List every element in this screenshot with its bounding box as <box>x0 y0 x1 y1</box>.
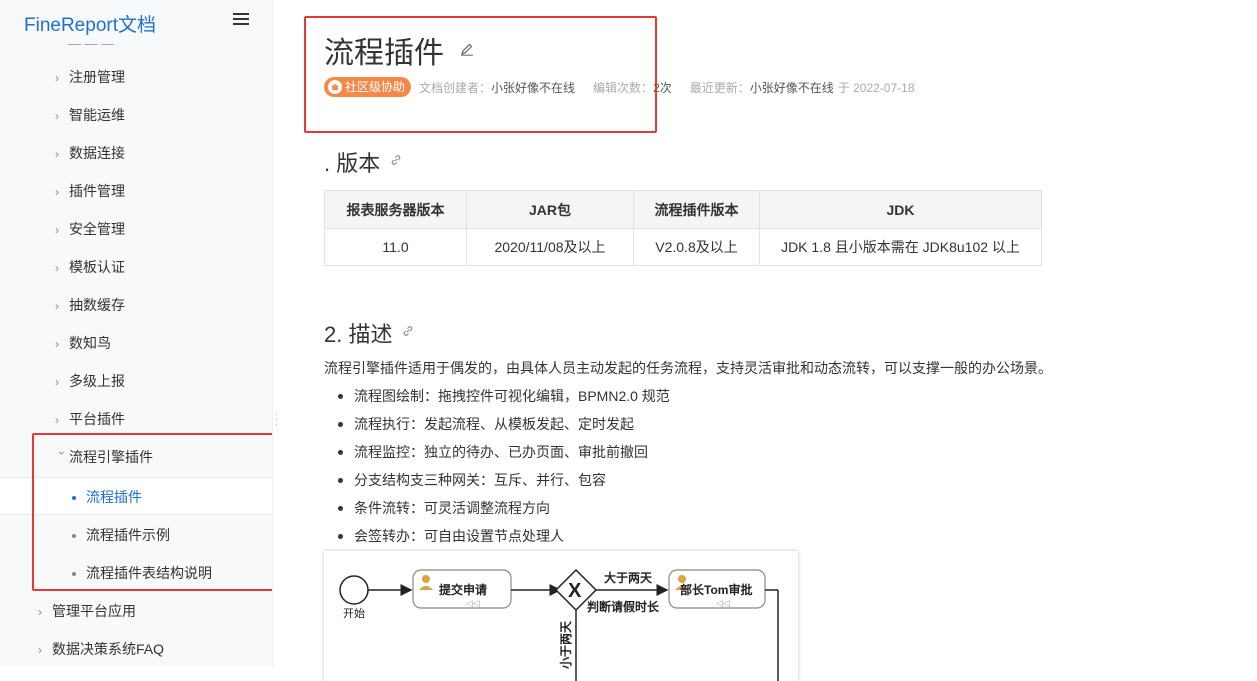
table-header: 报表服务器版本 <box>324 190 467 229</box>
chevron-right-icon: › <box>38 605 42 619</box>
user-icon <box>678 575 686 583</box>
chevron-right-icon: › <box>55 147 59 161</box>
table-cell: 2020/11/08及以上 <box>466 228 634 266</box>
user-icon <box>422 575 430 583</box>
list-item: 条件流转：可灵活调整流程方向 <box>324 494 670 522</box>
condition-less-label: 小于两天 <box>558 620 573 669</box>
updated-by[interactable]: 小张好像不在线 <box>750 79 834 96</box>
brand-logo[interactable]: FineReport文档 <box>24 10 156 37</box>
chevron-right-icon: › <box>55 109 59 123</box>
sidebar-item[interactable]: › 模板认证 <box>55 248 125 286</box>
chevron-right-icon: › <box>38 643 42 657</box>
gateway-label: 判断请假时长 <box>587 599 660 614</box>
chevron-right-icon: › <box>55 223 59 237</box>
sidebar-item[interactable]: › 智能运维 <box>55 96 125 134</box>
sidebar-item-cut: — — — <box>68 36 115 46</box>
sidebar-item[interactable]: › 多级上报 <box>55 362 125 400</box>
main-content: 流程插件 社区级协助 文档创建者： 小张好像不在线 编辑次数： 2次 最近更新：… <box>272 0 1257 681</box>
anchor-link-icon[interactable] <box>402 325 414 337</box>
sidebar-item[interactable]: › 安全管理 <box>55 210 125 248</box>
feature-list: 流程图绘制：拖拽控件可视化编辑，BPMN2.0 规范 流程执行：发起流程、从模板… <box>324 382 670 550</box>
updated-date: 于 2022-07-18 <box>837 80 915 95</box>
table-cell: JDK 1.8 且小版本需在 JDK8u102 以上 <box>759 228 1042 266</box>
chevron-right-icon: › <box>55 337 59 351</box>
highlight-box-sidebar <box>32 433 272 591</box>
sidebar-item[interactable]: › 抽数缓存 <box>55 286 125 324</box>
chevron-right-icon: › <box>55 71 59 85</box>
table-header-row: 报表服务器版本 JAR包 流程插件版本 JDK <box>324 190 1042 229</box>
rewind-icon: ◁◁ <box>716 598 730 608</box>
list-item: 流程图绘制：拖拽控件可视化编辑，BPMN2.0 规范 <box>324 382 670 410</box>
condition-greater-label: 大于两天 <box>604 570 653 585</box>
sidebar-item[interactable]: › 数据连接 <box>55 134 125 172</box>
section-heading-description: 2. 描述 <box>324 322 393 347</box>
rewind-icon: ◁◁ <box>466 598 480 608</box>
sidebar-item[interactable]: › 数知鸟 <box>55 324 111 362</box>
table-cell: 11.0 <box>324 228 467 266</box>
table-header: JDK <box>759 190 1042 229</box>
list-item: 流程监控：独立的待办、已办页面、审批前撤回 <box>324 438 670 466</box>
start-label: 开始 <box>343 606 365 620</box>
sidebar-item[interactable]: › 管理平台应用 <box>38 592 136 630</box>
highlight-box-title <box>304 16 657 133</box>
hamburger-icon[interactable] <box>233 13 249 27</box>
chevron-right-icon: › <box>55 375 59 389</box>
chevron-right-icon: › <box>55 299 59 313</box>
chevron-right-icon: › <box>55 261 59 275</box>
sidebar-item[interactable]: › 注册管理 <box>55 58 125 96</box>
chevron-right-icon: › <box>55 185 59 199</box>
version-table: 报表服务器版本 JAR包 流程插件版本 JDK 11.0 2020/11/08及… <box>324 190 1042 266</box>
sidebar-item[interactable]: › 插件管理 <box>55 172 125 210</box>
anchor-link-icon[interactable] <box>390 154 402 166</box>
description-paragraph: 流程引擎插件适用于偶发的，由具体人员主动发起的任务流程，支持灵活审批和动态流转，… <box>324 360 1052 376</box>
table-cell: V2.0.8及以上 <box>633 228 760 266</box>
task-submit-label: 提交申请 <box>439 582 487 597</box>
svg-text:X: X <box>568 580 582 602</box>
table-header: JAR包 <box>466 190 634 229</box>
updated-label: 最近更新： <box>689 80 750 95</box>
flow-diagram-image: 开始 提交申请 ◁◁ X 判断请假时长 大于两天 部长Tom审批 ◁◁ 小于两天 <box>324 551 798 681</box>
table-header: 流程插件版本 <box>633 190 760 229</box>
sidebar-item[interactable]: › 数据决策系统FAQ <box>38 630 164 667</box>
task-approve-label: 部长Tom审批 <box>680 582 752 597</box>
start-node <box>339 575 369 605</box>
table-row: 11.0 2020/11/08及以上 V2.0.8及以上 JDK 1.8 且小版… <box>324 228 1042 266</box>
section-heading-version: . 版本 <box>324 151 381 176</box>
list-item: 分支结构支三种网关：互斥、并行、包容 <box>324 466 670 494</box>
list-item: 会签转办：可自由设置节点处理人 <box>324 522 670 550</box>
list-item: 流程执行：发起流程、从模板发起、定时发起 <box>324 410 670 438</box>
sidebar: FineReport文档 — — — › 注册管理 › 智能运维 › 数据连接 › 插件… <box>0 0 273 667</box>
